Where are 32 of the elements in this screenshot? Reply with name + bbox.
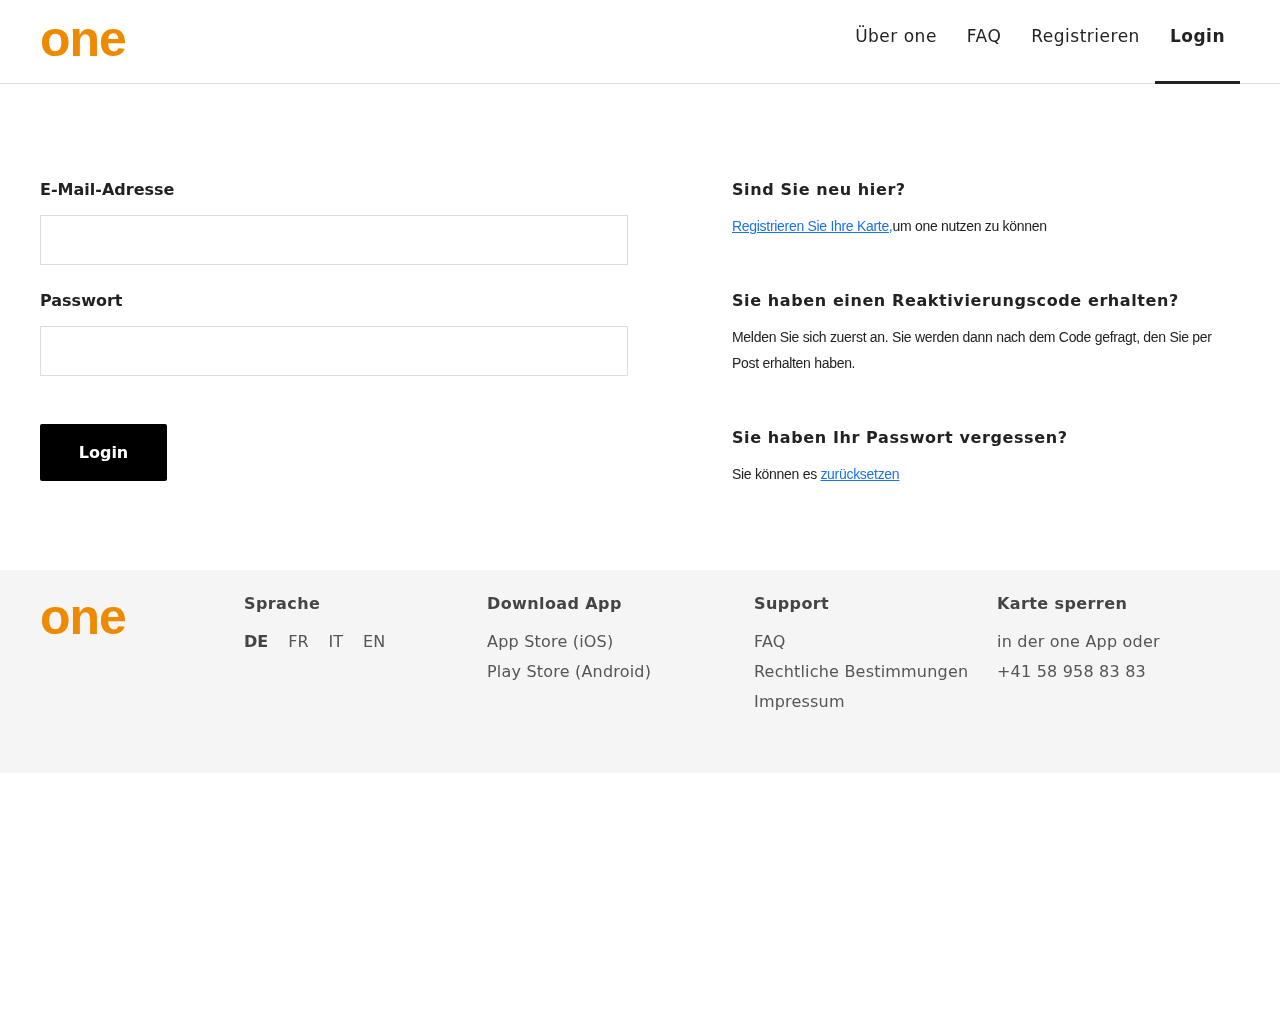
language-link[interactable]: FR — [288, 627, 309, 657]
footer-link[interactable]: Rechtliche Bestimmungen — [754, 657, 997, 687]
field-label: E-Mail-Adresse — [40, 180, 176, 199]
footer-link[interactable]: FAQ — [754, 627, 997, 657]
info-text: Sie können es zurücksetzen — [732, 465, 901, 484]
nav-link[interactable]: FAQ — [951, 0, 1017, 84]
footer-heading: Sprache — [244, 594, 322, 613]
field-label: Passwort — [40, 291, 124, 310]
footer-link[interactable]: +41 58 958 83 83 — [997, 657, 1240, 687]
info-heading: Sind Sie neu hier? — [732, 180, 907, 199]
login-button[interactable]: Login — [40, 424, 167, 481]
inline-link[interactable]: zurücksetzen — [820, 466, 900, 482]
info-text: Melden Sie sich zuerst an. Sie werden dann nach dem Code gefragt, den Sie per Post erhalten haben. — [732, 328, 1213, 373]
nav-link[interactable]: Registrieren — [1016, 0, 1155, 84]
input-field[interactable] — [40, 326, 628, 376]
footer-link[interactable]: Impressum — [754, 687, 997, 717]
language-link[interactable]: EN — [363, 627, 386, 657]
language-link[interactable]: DE — [244, 627, 269, 657]
footer-link[interactable]: in der one App oder — [997, 627, 1240, 657]
nav-link[interactable]: Login — [1154, 0, 1240, 84]
info-heading: Sie haben einen Reaktivierungscode erhalten? — [732, 291, 1180, 310]
footer-link[interactable]: Play Store (Android) — [487, 657, 754, 687]
footer-heading: Karte sperren — [997, 594, 1129, 613]
info-heading: Sie haben Ihr Passwort vergessen? — [732, 428, 1069, 447]
info-text: Registrieren Sie Ihre Karte,um one nutzen zu können — [732, 217, 1048, 236]
footer-link[interactable]: App Store (iOS) — [487, 627, 754, 657]
input-field[interactable] — [40, 215, 628, 265]
footer-heading: Support — [754, 594, 831, 613]
nav-link[interactable]: Über one — [840, 0, 952, 84]
language-link[interactable]: IT — [328, 627, 344, 657]
footer-heading: Download App — [487, 594, 623, 613]
inline-link[interactable]: Registrieren Sie Ihre Karte, — [732, 218, 893, 234]
